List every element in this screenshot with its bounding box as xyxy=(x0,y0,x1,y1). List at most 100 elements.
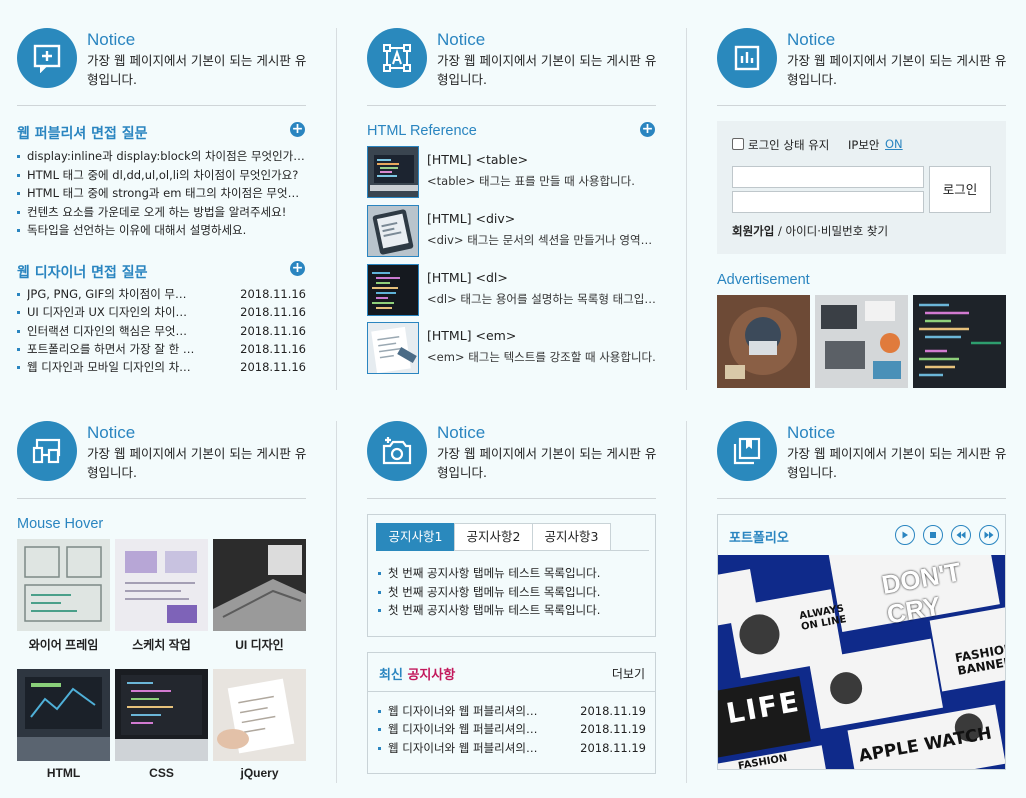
find-account-link[interactable]: 아이디·비밀번호 찾기 xyxy=(786,224,889,238)
notice-header: Notice 가장 웹 페이지에서 기본이 되는 게시판 유형입니다. xyxy=(17,28,307,98)
more-plus-icon[interactable]: + xyxy=(640,122,655,137)
reference-item[interactable]: [HTML] <em> <em> 태그는 텍스트를 강조할 때 사용합니다. xyxy=(367,322,657,376)
login-links: 회원가입 / 아이디·비밀번호 찾기 xyxy=(732,223,888,239)
gallery-item[interactable]: 스케치 작업 xyxy=(115,539,208,653)
item-date: 2018.11.19 xyxy=(580,740,646,755)
latest-notice-list: 웹 디자이너와 웹 퍼블리셔의 차이 2018.11.19 웹 디자이너와 웹 퍼… xyxy=(378,702,646,757)
list-item[interactable]: 첫 번째 공지사항 탭메뉴 테스트 목록입니다. xyxy=(378,564,643,583)
next-button[interactable] xyxy=(979,525,999,545)
publisher-list: display:inline과 display:block의 차이점은 무엇인가… xyxy=(17,147,306,240)
notice-title[interactable]: Notice xyxy=(787,30,835,50)
library-book-icon xyxy=(717,421,777,481)
divider xyxy=(367,105,656,106)
gallery-item[interactable]: UI 디자인 xyxy=(213,539,306,653)
play-button[interactable] xyxy=(895,525,915,545)
column-divider xyxy=(336,421,337,783)
notice-header: Notice 가장 웹 페이지에서 기본이 되는 게시판 유형입니다. xyxy=(717,421,1007,491)
gallery-item[interactable]: jQuery xyxy=(213,669,306,780)
ip-security-on-link[interactable]: ON xyxy=(885,137,903,151)
reference-item[interactable]: [HTML] <div> <div> 태그는 문서의 섹션을 만들거나 영역을 … xyxy=(367,205,657,259)
more-plus-icon[interactable]: + xyxy=(290,122,305,137)
item-title: 웹 디자이너와 웹 퍼블리셔의 차이 xyxy=(388,722,538,737)
divider xyxy=(717,498,1006,499)
item-title: 포트폴리오를 하면서 가장 잘 한 점은? xyxy=(27,341,197,356)
notice-title[interactable]: Notice xyxy=(87,30,135,50)
tab-notice-2[interactable]: 공지사항2 xyxy=(454,523,533,551)
tab-notice-3[interactable]: 공지사항3 xyxy=(532,523,611,551)
ad-image-desk[interactable] xyxy=(815,295,908,388)
list-item[interactable]: 웹 디자이너와 웹 퍼블리셔의 차이 2018.11.19 xyxy=(378,720,646,738)
html-image xyxy=(17,669,110,761)
list-item[interactable]: HTML 태그 중에 dl,dd,ul,ol,li의 차이점이 무엇인가요? xyxy=(17,166,306,185)
publisher-section-title[interactable]: 웹 퍼블리셔 면접 질문 xyxy=(17,123,148,143)
list-item[interactable]: 포트폴리오를 하면서 가장 잘 한 점은? 2018.11.16 xyxy=(17,340,306,358)
ad-section-title: Advertisement xyxy=(717,272,810,288)
tab-underline xyxy=(611,550,649,551)
password-input[interactable] xyxy=(732,191,924,213)
login-box: 로그인 상태 유지 IP보안 ON 로그인 회원가입 / 아이디·비밀번호 찾기 xyxy=(717,121,1006,254)
latest-notice-title[interactable]: 최신 공지사항 xyxy=(379,664,455,683)
gallery-item[interactable]: 와이어 프레임 xyxy=(17,539,110,653)
item-title: 웹 디자이너와 웹 퍼블리셔의 차이 xyxy=(388,740,538,755)
reference-section-title[interactable]: HTML Reference xyxy=(367,123,477,139)
notice-desc: 가장 웹 페이지에서 기본이 되는 게시판 유형입니다. xyxy=(87,446,307,480)
list-item[interactable]: 첫 번째 공지사항 탭메뉴 테스트 목록입니다. xyxy=(378,601,643,620)
id-input[interactable] xyxy=(732,166,924,188)
keep-login-label[interactable]: 로그인 상태 유지 xyxy=(748,137,829,153)
designer-section-title[interactable]: 웹 디자이너 면접 질문 xyxy=(17,262,148,282)
item-title: 웹 디자이너와 웹 퍼블리셔의 차이 xyxy=(388,704,538,718)
item-date: 2018.11.16 xyxy=(240,360,306,375)
gallery-item[interactable]: CSS xyxy=(115,669,208,780)
latest-title-a: 최신 xyxy=(379,668,408,683)
tablet-thumbnail xyxy=(367,205,419,257)
reference-item[interactable]: [HTML] <dl> <dl> 태그는 용어를 설명하는 목록형 태그입니다. xyxy=(367,264,657,318)
notice-desc: 가장 웹 페이지에서 기본이 되는 게시판 유형입니다. xyxy=(87,53,307,87)
list-item[interactable]: JPG, PNG, GIF의 차이점이 무엇인가요? 2018.11.16 xyxy=(17,285,306,303)
keep-login-checkbox[interactable] xyxy=(732,138,744,150)
list-item[interactable]: 독타입을 선언하는 이유에 대해서 설명하세요. xyxy=(17,221,306,240)
prev-button[interactable] xyxy=(951,525,971,545)
notice-title[interactable]: Notice xyxy=(787,423,835,443)
list-item[interactable]: 인터랙션 디자인의 핵심은 무엇인가요? 2018.11.16 xyxy=(17,322,306,340)
item-date: 2018.11.16 xyxy=(240,323,306,338)
list-item[interactable]: 첫 번째 공지사항 탭메뉴 테스트 목록입니다. xyxy=(378,583,643,602)
list-item[interactable]: HTML 태그 중에 strong과 em 태그의 차이점은 무엇인가요? xyxy=(17,184,306,203)
notice-title[interactable]: Notice xyxy=(437,30,485,50)
portfolio-title: 포트폴리오 xyxy=(729,531,789,546)
notice-header: Notice 가장 웹 페이지에서 기본이 되는 게시판 유형입니다. xyxy=(717,28,1007,98)
more-plus-icon[interactable]: + xyxy=(290,261,305,276)
item-title: JPG, PNG, GIF의 차이점이 무엇인가요? xyxy=(27,287,197,301)
reference-desc: <table> 태그는 표를 만들 때 사용합니다. xyxy=(427,174,635,188)
divider xyxy=(717,105,1006,106)
notice-title[interactable]: Notice xyxy=(87,423,135,443)
notice-header: Notice 가장 웹 페이지에서 기본이 되는 게시판 유형입니다. xyxy=(17,421,307,491)
portfolio-slide-image[interactable]: DON'T CRY ALWAYS ON LINE FASHION BANNER LIF… xyxy=(718,555,1005,769)
css-image xyxy=(115,669,208,761)
reference-title: [HTML] <table> xyxy=(427,152,529,167)
list-item[interactable]: 웹 디자이너와 웹 퍼블리셔의 차이 2018.11.19 xyxy=(378,739,646,757)
notice-desc: 가장 웹 페이지에서 기본이 되는 게시판 유형입니다. xyxy=(787,446,1007,480)
reference-item[interactable]: [HTML] <table> <table> 태그는 표를 만들 때 사용합니다… xyxy=(367,146,657,200)
join-link[interactable]: 회원가입 xyxy=(732,224,774,238)
more-link[interactable]: 더보기 xyxy=(612,665,645,682)
ad-image-workspace[interactable] xyxy=(717,295,810,388)
list-item[interactable]: 웹 디자인과 모바일 디자인의 차이점은? 2018.11.16 xyxy=(17,358,306,376)
list-item[interactable]: display:inline과 display:block의 차이점은 무엇인가… xyxy=(17,147,306,166)
gallery-item[interactable]: HTML xyxy=(17,669,110,780)
text-frame-icon xyxy=(367,28,427,88)
stop-button[interactable] xyxy=(923,525,943,545)
divider xyxy=(368,691,655,692)
notice-title[interactable]: Notice xyxy=(437,423,485,443)
ip-security-label: IP보안 xyxy=(848,138,880,152)
bar-chart-icon xyxy=(717,28,777,88)
tab-notice-1[interactable]: 공지사항1 xyxy=(376,523,455,551)
ad-image-code[interactable] xyxy=(913,295,1006,388)
column-divider xyxy=(686,28,687,390)
list-item[interactable]: 웹 디자이너와 웹 퍼블리셔의 차이 2018.11.19 xyxy=(378,702,646,720)
login-button[interactable]: 로그인 xyxy=(929,166,991,213)
wireframe-image xyxy=(17,539,110,631)
list-item[interactable]: 컨텐츠 요소를 가운데로 오게 하는 방법을 알려주세요! xyxy=(17,203,306,222)
document-thumbnail xyxy=(367,322,419,374)
devices-icon xyxy=(17,421,77,481)
list-item[interactable]: UI 디자인과 UX 디자인의 차이점은? 2018.11.16 xyxy=(17,303,306,321)
